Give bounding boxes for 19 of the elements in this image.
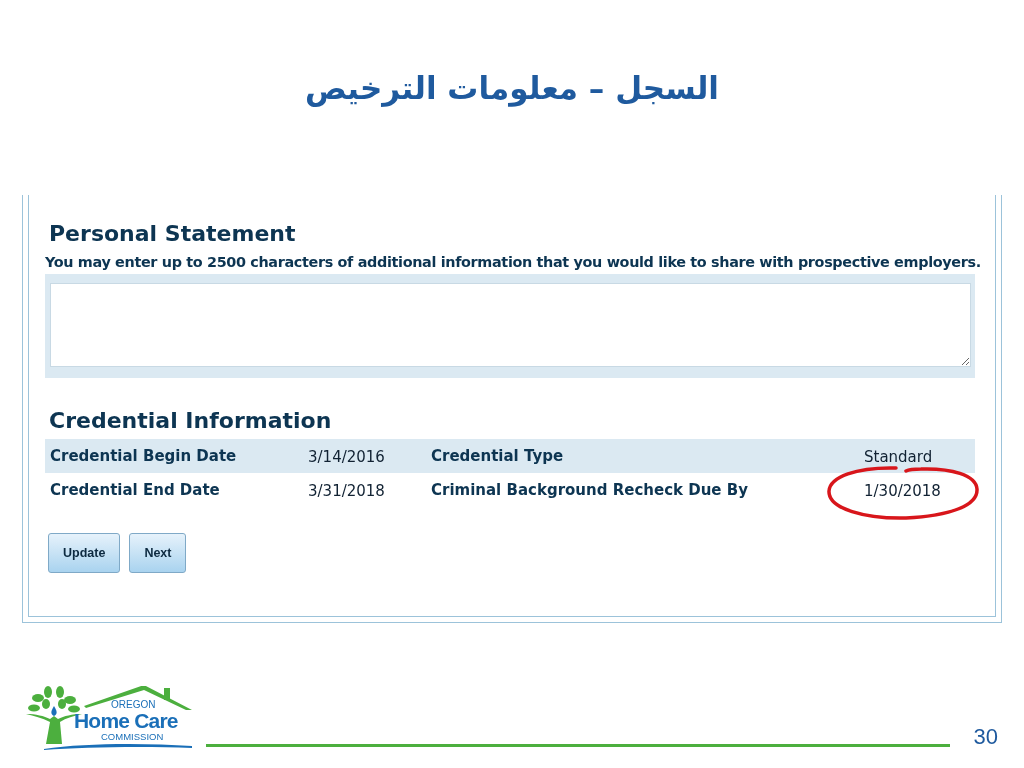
field-label: Credential Begin Date [50, 447, 238, 465]
form-button[interactable]: Next [129, 533, 187, 573]
section-heading: Credential Information [49, 408, 332, 433]
page-number: 30 [973, 724, 998, 750]
field-value: 3/31/2018 [308, 481, 385, 500]
field-label: Credential Type [431, 447, 565, 465]
field-label: Credential End Date [50, 481, 221, 499]
logo-text: OREGON [111, 700, 156, 710]
instructions-text: You may enter up to 2500 characters of additional information that you would like to share with prospective employers. [45, 254, 981, 270]
logo-text: COMMISSION [101, 732, 164, 742]
field-value: 1/30/2018 [864, 481, 941, 500]
slide-title: السجل – معلومات الترخيص [305, 70, 719, 106]
statement-field[interactable] [50, 283, 971, 367]
logo-text: Home Care [74, 710, 178, 731]
section-heading: Personal Statement [49, 221, 296, 246]
field-label: Criminal Background Recheck Due By [431, 481, 749, 499]
form-button[interactable]: Update [48, 533, 121, 573]
field-value: Standard [864, 447, 933, 466]
field-value: 3/14/2016 [308, 447, 385, 466]
